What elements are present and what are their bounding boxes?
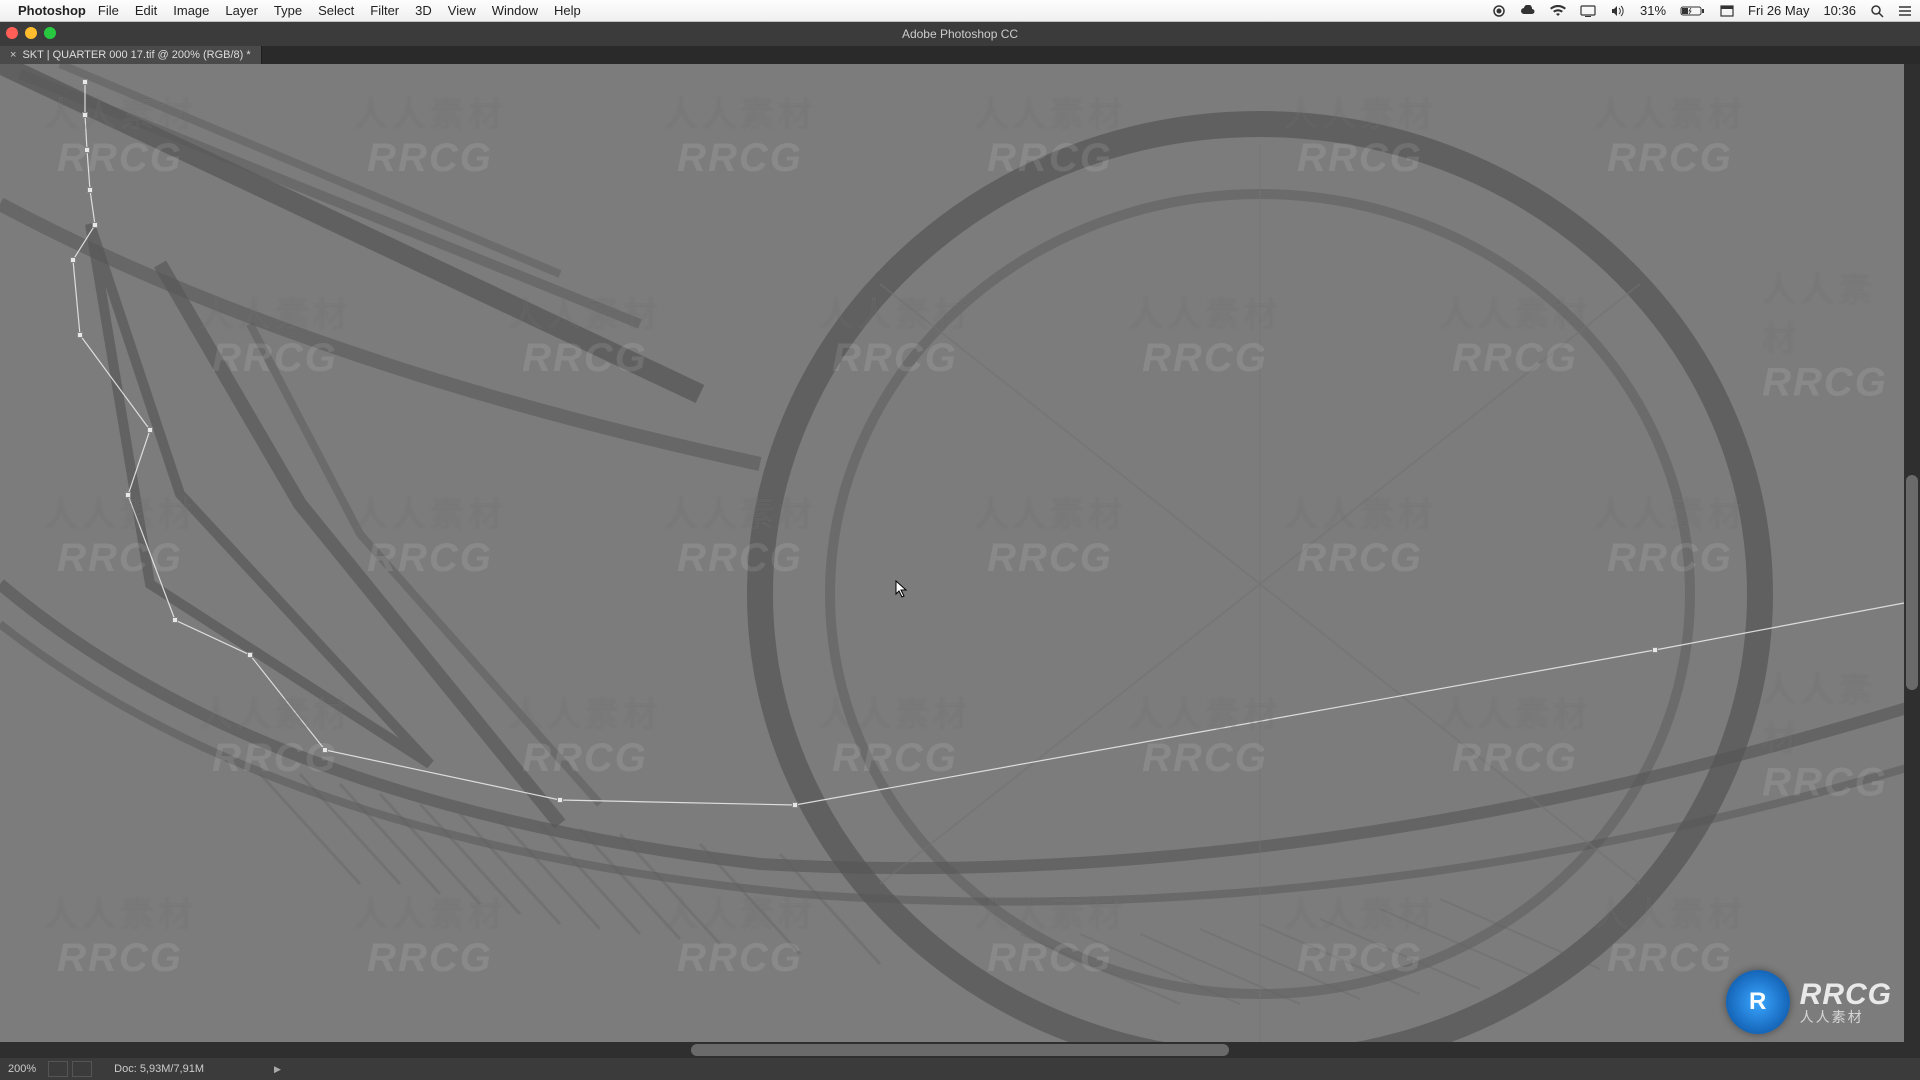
- app-titlebar: Adobe Photoshop CC: [0, 22, 1920, 46]
- document-tab-strip: × SKT | QUARTER 000 17.tif @ 200% (RGB/8…: [0, 46, 1920, 64]
- document-canvas[interactable]: 人人素材RRCG人人素材RRCG人人素材RRCG人人素材RRCG人人素材RRCG…: [0, 64, 1920, 1058]
- menu-file[interactable]: File: [98, 3, 119, 18]
- fullscreen-icon[interactable]: [1720, 5, 1734, 17]
- volume-icon[interactable]: [1610, 5, 1626, 17]
- close-window-button[interactable]: [6, 27, 18, 39]
- zoom-level[interactable]: 200%: [0, 1063, 44, 1075]
- menu-view[interactable]: View: [448, 3, 476, 18]
- menu-image[interactable]: Image: [173, 3, 209, 18]
- badge-title: RRCG: [1800, 979, 1892, 1011]
- menu-window[interactable]: Window: [492, 3, 538, 18]
- minimize-window-button[interactable]: [25, 27, 37, 39]
- document-info[interactable]: Doc: 5,93M/7,91M: [114, 1063, 204, 1075]
- menu-layer[interactable]: Layer: [225, 3, 258, 18]
- cloud-icon[interactable]: [1520, 5, 1536, 17]
- vertical-scroll-thumb[interactable]: [1906, 475, 1918, 690]
- display-icon[interactable]: [1580, 5, 1596, 17]
- zoom-window-button[interactable]: [44, 27, 56, 39]
- watermark-badge: R RRCG 人人素材: [1726, 970, 1892, 1034]
- close-tab-icon[interactable]: ×: [10, 49, 16, 61]
- battery-icon[interactable]: [1680, 5, 1706, 17]
- badge-logo-icon: R: [1726, 970, 1790, 1034]
- mac-menubar: Photoshop File Edit Image Layer Type Sel…: [0, 0, 1920, 22]
- spotlight-icon[interactable]: [1870, 4, 1884, 18]
- document-tab[interactable]: × SKT | QUARTER 000 17.tif @ 200% (RGB/8…: [0, 46, 262, 64]
- wifi-icon[interactable]: [1550, 5, 1566, 17]
- horizontal-scrollbar[interactable]: [0, 1042, 1920, 1058]
- menu-3d[interactable]: 3D: [415, 3, 432, 18]
- status-flyout-icon[interactable]: ▶: [274, 1064, 281, 1075]
- window-controls: [6, 27, 56, 39]
- document-tab-label: SKT | QUARTER 000 17.tif @ 200% (RGB/8) …: [22, 49, 250, 61]
- menu-edit[interactable]: Edit: [135, 3, 157, 18]
- clock-time[interactable]: 10:36: [1823, 3, 1856, 18]
- status-preview-button[interactable]: [48, 1061, 68, 1077]
- badge-subtitle: 人人素材: [1800, 1010, 1892, 1025]
- app-name[interactable]: Photoshop: [18, 3, 86, 18]
- status-preview-button-2[interactable]: [72, 1061, 92, 1077]
- battery-percent: 31%: [1640, 3, 1666, 18]
- record-icon[interactable]: [1492, 4, 1506, 18]
- clock-date[interactable]: Fri 26 May: [1748, 3, 1809, 18]
- horizontal-scroll-thumb[interactable]: [691, 1044, 1229, 1056]
- app-title: Adobe Photoshop CC: [902, 27, 1018, 41]
- sketch-content: [0, 64, 1920, 1058]
- status-bar: 200% Doc: 5,93M/7,91M ▶: [0, 1058, 1920, 1080]
- menu-type[interactable]: Type: [274, 3, 302, 18]
- vertical-scrollbar[interactable]: [1904, 64, 1920, 1042]
- menu-icon[interactable]: [1898, 5, 1912, 17]
- menu-help[interactable]: Help: [554, 3, 581, 18]
- menu-select[interactable]: Select: [318, 3, 354, 18]
- mac-status-area: 31% Fri 26 May 10:36: [1492, 3, 1912, 18]
- menu-filter[interactable]: Filter: [370, 3, 399, 18]
